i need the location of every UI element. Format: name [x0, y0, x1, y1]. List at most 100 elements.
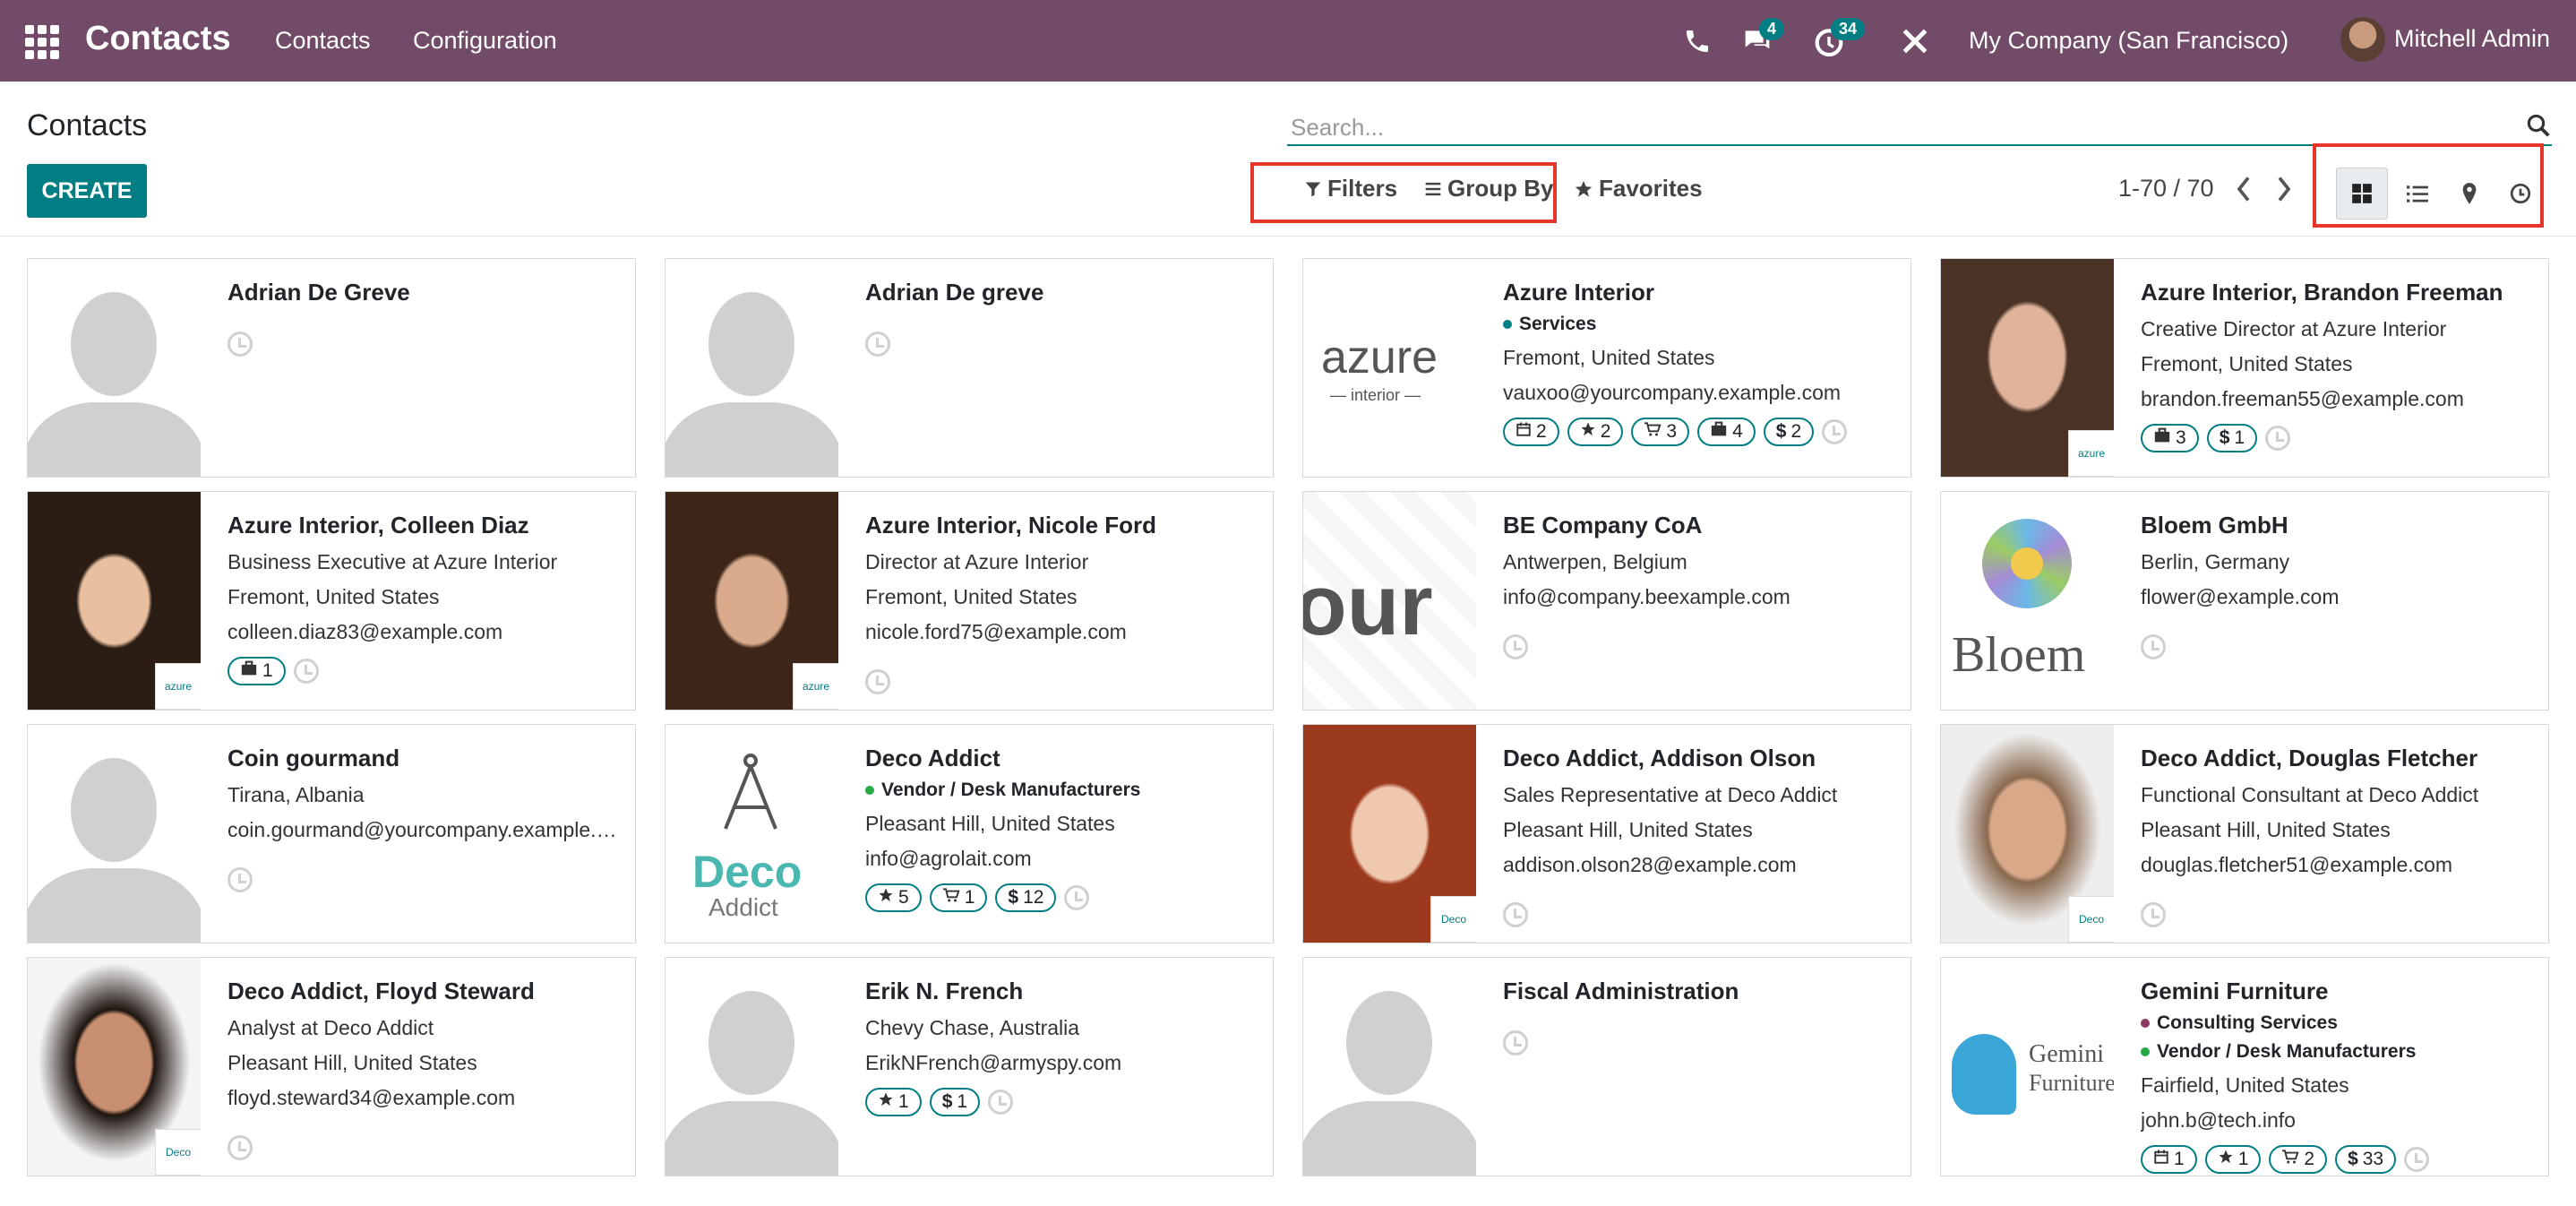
- activity-badge: 34: [1831, 18, 1866, 40]
- activity-clock-icon[interactable]: [293, 659, 319, 684]
- dollar-badge[interactable]: $33: [2335, 1145, 2397, 1174]
- dollar-badge[interactable]: $1: [2206, 424, 2258, 452]
- cart-badge[interactable]: 3: [1631, 418, 1690, 446]
- cart-badge[interactable]: 1: [929, 883, 988, 912]
- contact-name[interactable]: Coin gourmand: [228, 745, 622, 772]
- search-input[interactable]: Search...: [1291, 114, 1384, 142]
- contact-card[interactable]: azure Azure Interior, Colleen Diaz Busines…: [27, 491, 636, 711]
- contact-name[interactable]: Azure Interior, Brandon Freeman: [2141, 279, 2535, 306]
- briefcase-badge[interactable]: 1: [228, 657, 286, 685]
- contact-name[interactable]: Azure Interior, Nicole Ford: [865, 512, 1259, 539]
- activity-clock-icon[interactable]: [2141, 634, 2166, 659]
- pager-value[interactable]: 1-70 / 70: [2118, 175, 2214, 202]
- apps-menu-icon[interactable]: [25, 25, 59, 59]
- contact-detail: Pleasant Hill, United States: [228, 1051, 477, 1074]
- contact-card[interactable]: azure Azure Interior, Brandon Freeman Crea…: [1940, 258, 2549, 478]
- briefcase-badge[interactable]: 3: [2141, 424, 2199, 452]
- activity-clock-icon[interactable]: [2265, 426, 2291, 451]
- app-title[interactable]: Contacts: [85, 20, 231, 58]
- activity-clock-icon[interactable]: [228, 867, 253, 892]
- activity-clock-icon[interactable]: [865, 332, 890, 357]
- contact-body: Deco Addict Vendor / Desk Manufacturers Pl…: [865, 745, 1259, 912]
- messages-icon[interactable]: 4: [1739, 18, 1785, 59]
- activity-clock-icon[interactable]: [1503, 1030, 1528, 1055]
- contact-name[interactable]: Erik N. French: [865, 978, 1259, 1005]
- contact-detail: Chevy Chase, Australia: [865, 1016, 1080, 1039]
- activity-clock-icon[interactable]: [1822, 419, 1848, 444]
- activity-clock-icon[interactable]: [228, 1135, 253, 1160]
- contact-card[interactable]: Fiscal Administration: [1302, 957, 1911, 1176]
- dollar-icon: $: [941, 1091, 953, 1112]
- contact-name[interactable]: Adrian De greve: [865, 279, 1259, 306]
- contact-tag-label: Vendor / Desk Manufacturers: [881, 780, 1141, 800]
- search-bar[interactable]: Search...: [1287, 105, 2552, 146]
- contact-name[interactable]: Bloem GmbH: [2141, 512, 2535, 539]
- dollar-badge[interactable]: $2: [1763, 418, 1815, 446]
- tools-icon[interactable]: [1897, 23, 1933, 59]
- filters-button[interactable]: Filters: [1304, 175, 1397, 202]
- contact-card[interactable]: azure Azure Interior, Nicole Ford Director…: [665, 491, 1274, 711]
- activity-view-button[interactable]: [2494, 168, 2546, 220]
- search-icon[interactable]: [2525, 112, 2552, 139]
- contact-card[interactable]: azure — interior — Azure Interior Services F…: [1302, 258, 1911, 478]
- contact-card[interactable]: Gemini Furniture Gemini Furniture Consultin…: [1940, 957, 2549, 1176]
- star-badge[interactable]: 5: [865, 883, 922, 912]
- dollar-badge[interactable]: $12: [995, 883, 1057, 912]
- activity-clock-icon[interactable]: [1064, 885, 1090, 910]
- contact-card[interactable]: Bloem Bloem GmbH Berlin, Germany flower@exa…: [1940, 491, 2549, 711]
- star-badge[interactable]: 1: [2204, 1145, 2262, 1174]
- contact-card[interactable]: Deco Deco Addict, Floyd Steward Analyst at…: [27, 957, 636, 1176]
- activity-icon[interactable]: 34: [1811, 18, 1866, 59]
- activity-clock-icon[interactable]: [1503, 634, 1528, 659]
- kanban-view-button[interactable]: [2336, 168, 2388, 220]
- briefcase-icon: [240, 660, 258, 682]
- activity-clock-icon[interactable]: [228, 332, 253, 357]
- contact-name[interactable]: Deco Addict, Floyd Steward: [228, 978, 622, 1005]
- contact-name[interactable]: Adrian De Greve: [228, 279, 622, 306]
- company-switcher[interactable]: My Company (San Francisco): [1969, 27, 2288, 55]
- contact-card[interactable]: Deco Addict Deco Addict Vendor / Desk Manuf…: [665, 724, 1274, 943]
- contact-name[interactable]: Deco Addict: [865, 745, 1259, 772]
- menu-configuration[interactable]: Configuration: [413, 27, 557, 55]
- phone-icon[interactable]: [1679, 23, 1715, 59]
- dollar-badge[interactable]: $1: [929, 1088, 981, 1116]
- contact-name[interactable]: Fiscal Administration: [1503, 978, 1897, 1005]
- contact-image: Deco: [1303, 725, 1476, 943]
- cart-badge[interactable]: 2: [2269, 1145, 2328, 1174]
- calendar-badge[interactable]: 2: [1503, 418, 1559, 446]
- calendar-badge[interactable]: 1: [2141, 1145, 2197, 1174]
- clock-icon: [2510, 183, 2531, 204]
- contact-card[interactable]: Coin gourmand Tirana, Albania coin.gourman…: [27, 724, 636, 943]
- star-badge[interactable]: 2: [1567, 418, 1624, 446]
- activity-clock-icon[interactable]: [865, 669, 890, 694]
- contact-name[interactable]: BE Company CoA: [1503, 512, 1897, 539]
- contact-name[interactable]: Deco Addict, Addison Olson: [1503, 745, 1897, 772]
- groupby-button[interactable]: Group By: [1424, 175, 1553, 202]
- pager-next-icon[interactable]: [2271, 171, 2297, 207]
- contact-name[interactable]: Deco Addict, Douglas Fletcher: [2141, 745, 2535, 772]
- contact-card[interactable]: our BE Company CoA Antwerpen, Belgium info@…: [1302, 491, 1911, 711]
- user-menu[interactable]: Mitchell Admin: [2394, 25, 2550, 53]
- activity-clock-icon[interactable]: [988, 1090, 1014, 1115]
- activity-clock-icon[interactable]: [2404, 1147, 2430, 1172]
- contact-name[interactable]: Azure Interior, Colleen Diaz: [228, 512, 622, 539]
- briefcase-badge[interactable]: 4: [1697, 418, 1756, 446]
- favorites-button[interactable]: Favorites: [1574, 175, 1703, 202]
- contact-name[interactable]: Gemini Furniture: [2141, 978, 2535, 1005]
- breadcrumb: Contacts: [27, 108, 148, 142]
- menu-contacts[interactable]: Contacts: [275, 27, 371, 55]
- list-view-button[interactable]: [2391, 168, 2443, 220]
- pager-previous-icon[interactable]: [2230, 171, 2257, 207]
- contact-card[interactable]: Adrian De greve: [665, 258, 1274, 478]
- create-button[interactable]: CREATE: [27, 164, 147, 218]
- contact-card[interactable]: Erik N. French Chevy Chase, Australia Erik…: [665, 957, 1274, 1176]
- activity-clock-icon[interactable]: [2141, 902, 2166, 927]
- map-view-button[interactable]: [2443, 168, 2495, 220]
- user-avatar[interactable]: [2340, 17, 2385, 62]
- contact-card[interactable]: Deco Deco Addict, Addison Olson Sales Repr…: [1302, 724, 1911, 943]
- contact-name[interactable]: Azure Interior: [1503, 279, 1897, 306]
- contact-card[interactable]: Adrian De Greve: [27, 258, 636, 478]
- star-badge[interactable]: 1: [865, 1088, 922, 1116]
- contact-card[interactable]: Deco Deco Addict, Douglas Fletcher Functio…: [1940, 724, 2549, 943]
- activity-clock-icon[interactable]: [1503, 902, 1528, 927]
